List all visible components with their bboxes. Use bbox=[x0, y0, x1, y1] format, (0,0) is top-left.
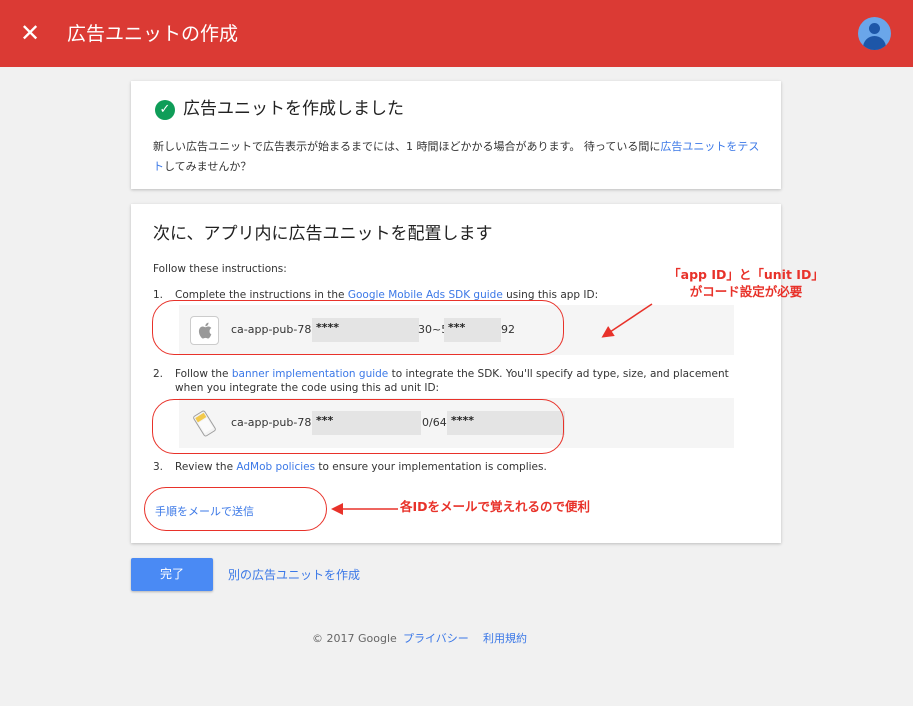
success-message-text-end: してみませんか？ bbox=[164, 160, 252, 173]
check-circle-icon: ✓ bbox=[155, 100, 175, 120]
app-id-mask: **** bbox=[312, 318, 419, 342]
placement-card: 次に、アプリ内に広告ユニットを配置します Follow these instru… bbox=[131, 204, 781, 543]
app-id-box: ca-app-pub-78 **** 30~5 *** 92 bbox=[179, 305, 734, 355]
privacy-link[interactable]: プライバシー bbox=[403, 631, 469, 647]
sdk-guide-link[interactable]: Google Mobile Ads SDK guide bbox=[348, 289, 503, 301]
page-title: 広告ユニットの作成 bbox=[67, 23, 239, 45]
step-text-before: Review the bbox=[175, 461, 237, 473]
footer: © 2017 Google プライバシー 利用規約 bbox=[0, 631, 913, 647]
step-text: Review the AdMob policies to ensure your… bbox=[175, 460, 745, 474]
apple-icon bbox=[190, 316, 219, 345]
app-header: ✕ 広告ユニットの作成 bbox=[0, 0, 913, 67]
step-text: Follow the banner implementation guide t… bbox=[175, 367, 745, 395]
success-title: 広告ユニットを作成しました bbox=[183, 99, 404, 119]
annotation-ids-line-1: 「app ID」と「unit ID」 bbox=[668, 267, 824, 282]
banner-guide-link[interactable]: banner implementation guide bbox=[232, 368, 388, 380]
email-instructions-link[interactable]: 手順をメールで送信 bbox=[155, 504, 254, 520]
admob-policies-link[interactable]: AdMob policies bbox=[236, 461, 315, 473]
annotation-email-note: 各IDをメールで覚えれるので便利 bbox=[400, 499, 591, 514]
copyright: © 2017 Google bbox=[312, 632, 397, 645]
ad-unit-id-mask: *** bbox=[312, 411, 421, 435]
success-message: 新しい広告ユニットで広告表示が始まるまでには、1 時間ほどかかる場合があります。… bbox=[153, 137, 763, 177]
ad-unit-id-mask-2: **** bbox=[447, 411, 565, 435]
step-number: 3. bbox=[153, 461, 164, 473]
step-number: 1. bbox=[153, 289, 164, 301]
avatar-head bbox=[869, 23, 880, 34]
success-message-text: 新しい広告ユニットで広告表示が始まるまでには、1 時間ほどかかる場合があります。… bbox=[153, 140, 661, 153]
annotation-ids-line-2: がコード設定が必要 bbox=[689, 284, 803, 299]
avatar[interactable] bbox=[858, 17, 891, 50]
follow-instructions-label: Follow these instructions: bbox=[153, 263, 287, 275]
ad-unit-id-box: ca-app-pub-78 *** 0/64 **** bbox=[179, 398, 734, 448]
step-text-after: to ensure your implementation is complie… bbox=[315, 461, 547, 473]
ad-unit-id-middle: 0/64 bbox=[422, 416, 447, 429]
step-text-before: Follow the bbox=[175, 368, 232, 380]
app-id-mask-2: *** bbox=[444, 318, 501, 342]
close-icon[interactable]: ✕ bbox=[20, 20, 42, 46]
step-text-after: using this app ID: bbox=[502, 289, 599, 301]
placement-title: 次に、アプリ内に広告ユニットを配置します bbox=[153, 224, 493, 244]
app-id-prefix: ca-app-pub-78 bbox=[231, 323, 312, 336]
app-id-suffix: 92 bbox=[501, 323, 515, 336]
avatar-body bbox=[863, 36, 886, 50]
ad-unit-id-mask-text: *** bbox=[316, 414, 334, 427]
app-id-mask-text-2: *** bbox=[448, 321, 466, 334]
step-text-before: Complete the instructions in the bbox=[175, 289, 348, 301]
annotation-ids-note: 「app ID」と「unit ID」 がコード設定が必要 bbox=[646, 266, 846, 300]
ad-unit-id-mask-text-2: **** bbox=[451, 414, 475, 427]
success-card: ✓ 広告ユニットを作成しました 新しい広告ユニットで広告表示が始まるまでには、1… bbox=[131, 81, 781, 189]
app-id-mask-text: **** bbox=[316, 321, 340, 334]
step-number: 2. bbox=[153, 368, 164, 380]
banner-icon bbox=[190, 409, 219, 438]
terms-link[interactable]: 利用規約 bbox=[483, 631, 527, 647]
ad-unit-id-prefix: ca-app-pub-78 bbox=[231, 416, 312, 429]
create-another-ad-unit-link[interactable]: 別の広告ユニットを作成 bbox=[228, 567, 360, 583]
done-button[interactable]: 完了 bbox=[131, 558, 213, 591]
